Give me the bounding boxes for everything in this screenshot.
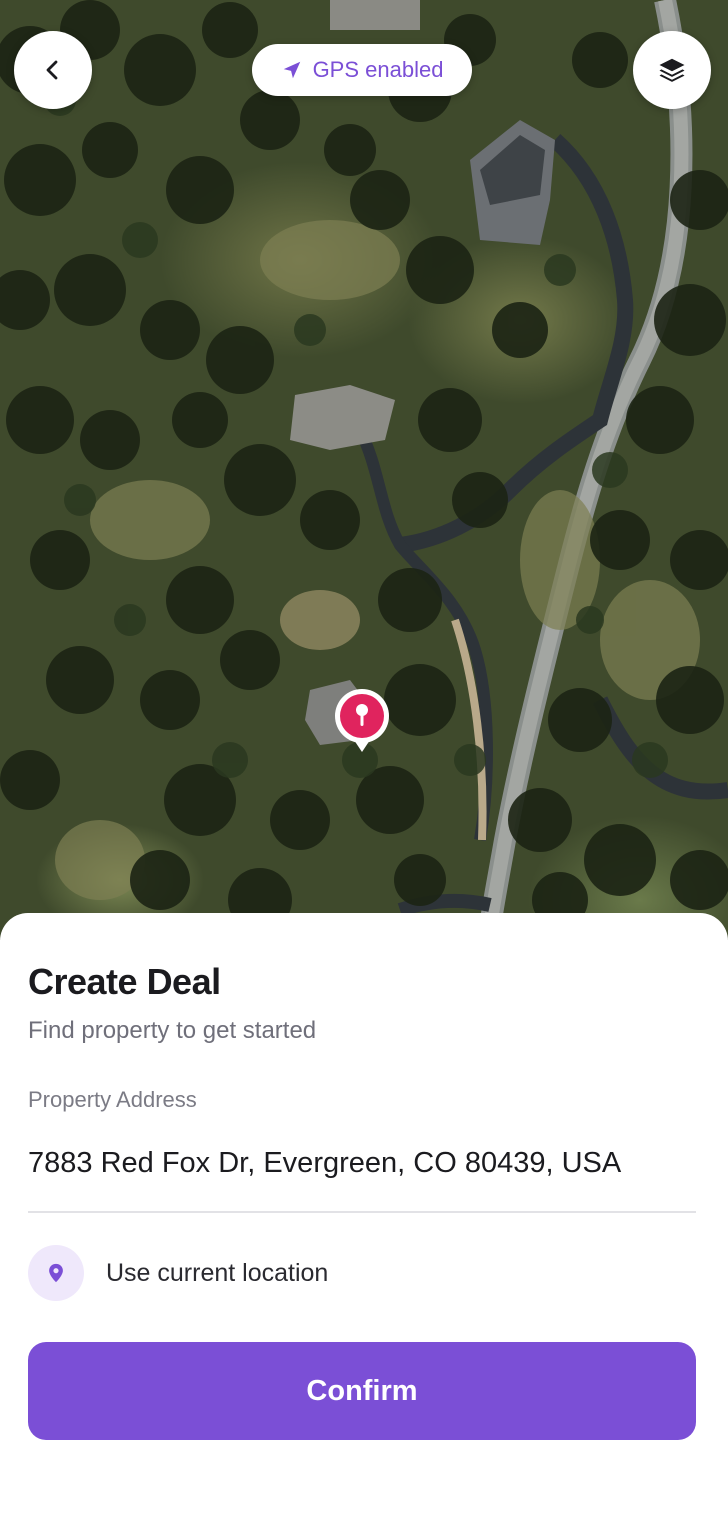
map-imagery [0, 0, 728, 940]
confirm-button[interactable]: Confirm [28, 1342, 696, 1440]
property-address-label: Property Address [28, 1087, 197, 1112]
sheet-title: Create Deal [28, 961, 221, 1002]
use-current-location-label: Use current location [106, 1258, 329, 1287]
property-address-input[interactable] [28, 1139, 696, 1213]
sheet-subtitle: Find property to get started [28, 1017, 317, 1044]
property-map-pin[interactable] [334, 688, 390, 754]
use-current-location-button[interactable]: Use current location [28, 1244, 328, 1302]
location-icon-badge [28, 1245, 84, 1301]
map-layers-button[interactable] [633, 31, 711, 109]
gps-status-pill: GPS enabled [252, 44, 472, 96]
gps-status-label: GPS enabled [312, 57, 444, 82]
navigation-arrow-icon [283, 61, 300, 79]
map-pin-icon [335, 689, 389, 752]
back-button[interactable] [14, 31, 92, 109]
create-deal-sheet: Create Deal Find property to get started… [0, 913, 728, 1520]
layers-icon [659, 58, 685, 82]
chevron-left-icon [46, 60, 58, 80]
location-pin-icon [49, 1263, 63, 1283]
satellite-map[interactable] [0, 0, 728, 940]
